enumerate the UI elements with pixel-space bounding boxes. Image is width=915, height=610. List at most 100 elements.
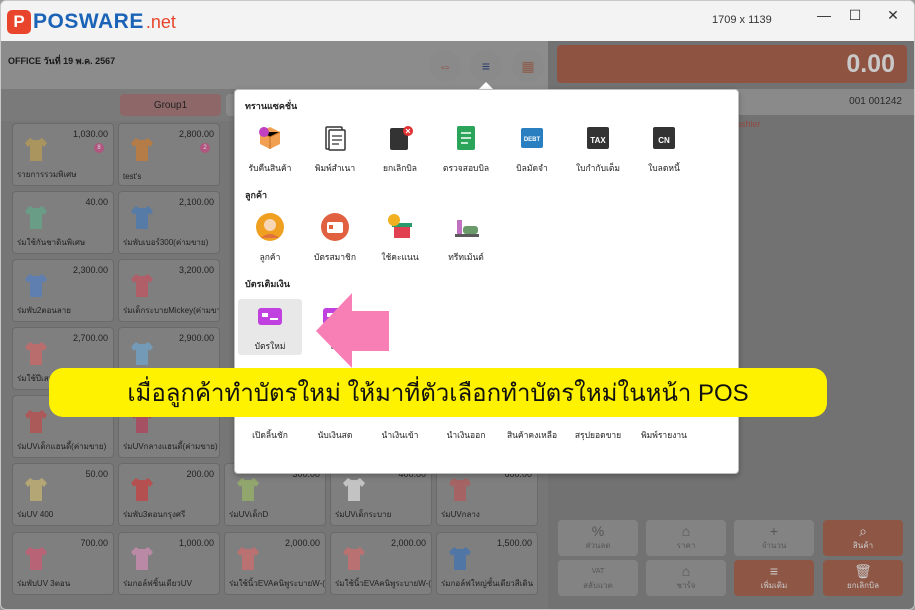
menu-tile[interactable]: CN ใบลดหนี้ [632,121,696,177]
product-shirt-icon [445,474,475,504]
action-button[interactable]: VAT สลับแวต [558,560,638,596]
menu-tile[interactable]: บัตรใหม่ [238,299,302,355]
product-card[interactable]: 1,030.00 8 รายการรวมพิเศษ [12,123,114,186]
customer-icon [255,210,285,247]
product-card[interactable]: 200.00 ร่มพับ3ตอนกรุงศรี [118,463,220,526]
menu-tile[interactable]: DEBT บิลมัดจำ [500,121,564,177]
menu-tile-label: ทรีทเม้นต์ [448,252,484,262]
product-price: 2,100.00 [178,197,214,207]
product-shirt-icon [339,543,369,573]
menu-tile-label: เปิดลิ้นชัก [252,430,288,440]
product-card[interactable]: 2,300.00 ร่มพับ2ตอนลาย [12,259,114,322]
action-label: ชาร์จ [676,581,696,590]
product-price: 50.00 [85,469,108,479]
product-name: test's [123,172,142,181]
menu-tile-label: ตรวจสอบบิล [442,163,490,173]
action-icon: % [591,523,605,539]
minimize-button[interactable]: — [809,7,839,23]
product-card[interactable]: 2,000.00 ร่มใช้นิ้วEVAคนิพูระบายW-( [330,532,432,595]
menu-tile-label: ใบลดหนี้ [648,163,680,173]
total-display: 0.00 [557,45,907,83]
action-button[interactable]: % ส่วนลด [558,520,638,556]
brand-suffix: .net [145,11,176,32]
action-button[interactable]: ⌂ ราคา [646,520,726,556]
maximize-button[interactable]: ☐ [840,7,870,24]
product-name: ร่มUV 400 [17,510,54,519]
menu-tile[interactable]: ตรวจสอบบิล [434,121,498,177]
action-button[interactable]: 🗑 ยกเลิกบิล [823,560,903,596]
product-name: ร่มUVเด็กแฮนดี้(ค่ามขาย) [17,442,107,451]
group-tab-active[interactable]: Group1 [120,94,221,116]
action-button[interactable]: ⌂ ชาร์จ [646,560,726,596]
action-button[interactable]: + จำนวน [734,520,814,556]
action-button[interactable]: ⌕ สินค้า [823,520,903,556]
product-price: 700.00 [80,538,108,548]
brand-name: POSWARE [33,10,144,33]
product-price: 2,000.00 [390,538,426,548]
product-name: ร่มกอล์ฟใหญ่ชั้นเดียวสีเดิน [441,579,534,588]
new-card-icon [255,299,285,336]
menu-tile[interactable]: ลูกค้า [238,210,302,266]
action-button[interactable]: ≡ เพิ่มเติม [734,560,814,596]
product-name: ร่มUVเด็กระบาย [335,510,392,519]
product-price: 40.00 [85,197,108,207]
product-price: 3,200.00 [178,265,214,275]
menu-tile[interactable]: ยกเลิกบิล [368,121,432,177]
product-shirt-icon [127,134,157,164]
product-name: ร่มพับ3ตอนกรุงศรี [123,510,186,519]
product-name: ร่มเด็กระบายMickey(ค่ามขาย) [123,306,219,315]
cancel-bill-icon [385,121,415,158]
menu-tile[interactable]: พิมพ์สำเนา [303,121,367,177]
tax-invoice-icon: TAX [583,121,613,158]
product-card[interactable]: 2,100.00 ร่มพับเบอร์300(ค่ามขาย) [118,191,220,254]
grid-icon[interactable]: ▦ [512,50,544,82]
stock-badge: 8 [94,143,104,153]
product-card[interactable]: 2,800.00 2 test's [118,123,220,186]
product-price: 2,700.00 [72,333,108,343]
product-card[interactable]: 700.00 ร่มพับUV 3ตอน [12,532,114,595]
bill-number: 001 001242 [849,96,902,107]
product-card[interactable]: 50.00 ร่มUV 400 [12,463,114,526]
menu-tile[interactable]: ทรีทเม้นต์ [434,210,498,266]
menu-icon[interactable]: ≡ [470,50,502,82]
product-shirt-icon [21,134,51,164]
product-shirt-icon [127,270,157,300]
menu-tile[interactable]: TAX ใบกำกับเต็ม [566,121,630,177]
pos-window: P POSWARE .net 1709 x 1139 — ☐ ✕ OFFICE … [0,0,915,610]
product-name: ร่มใช้นิ้วEVAคนิพูระบายW-( [229,579,325,588]
menu-tile-label: รับคืนสินค้า [248,163,292,173]
action-label: ราคา [676,541,696,550]
menu-tile[interactable]: บัตรสมาชิก [303,210,367,266]
stock-badge: 2 [200,143,210,153]
product-shirt-icon [233,543,263,573]
product-name: รายการรวมพิเศษ [17,170,77,179]
action-icon: ≡ [769,563,779,579]
product-card[interactable]: 1,500.00 ร่มกอล์ฟใหญ่ชั้นเดียวสีเดิน [436,532,538,595]
menu-tile[interactable]: รับคืนสินค้า [238,121,302,177]
product-card[interactable]: 3,200.00 ร่มเด็กระบายMickey(ค่ามขาย) [118,259,220,322]
swap-icon[interactable]: ⇔ [429,50,461,82]
print-copy-icon [320,121,350,158]
resolution-label: 1709 x 1139 [712,14,772,26]
product-card[interactable]: 2,000.00 ร่มใช้นิ้วEVAคนิพูระบายW-( [224,532,326,595]
menu-tile-label: บัตรสมาชิก [314,252,356,262]
action-label: เพิ่มเติม [760,581,788,590]
menu-section-title: ลูกค้า [245,190,268,200]
action-label: ยกเลิกบิล [847,581,879,590]
product-shirt-icon [339,474,369,504]
product-shirt-icon [127,338,157,368]
svg-text:DEBT: DEBT [524,137,541,143]
menu-tile[interactable]: ใช้คะแนน [368,210,432,266]
close-button[interactable]: ✕ [878,7,908,24]
product-name: ร่มUVเด็กD [229,510,269,519]
menu-tile-label: ใบกำกับเต็ม [575,163,621,173]
use-points-icon [385,210,415,247]
menu-tile-label: ลูกค้า [259,252,281,262]
action-icon: 🗑 [854,563,872,579]
product-shirt-icon [21,202,51,232]
action-label: สินค้า [852,541,874,550]
product-card[interactable]: 40.00 ร่มใช้กันชาดินพิเศษ [12,191,114,254]
credit-note-icon: CN [649,121,679,158]
svg-text:CN: CN [658,136,670,145]
product-card[interactable]: 1,000.00 ร่มกอล์ฟชิ้นเดียวUV [118,532,220,595]
